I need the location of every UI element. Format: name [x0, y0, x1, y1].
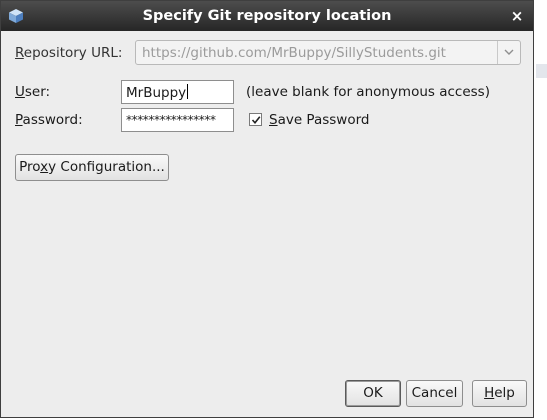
title-bar[interactable]: Specify Git repository location ×	[1, 1, 533, 31]
text-caret	[187, 84, 189, 99]
save-password-checkbox[interactable]	[249, 113, 262, 126]
password-input[interactable]: ****************	[121, 108, 234, 132]
checkmark-icon	[251, 116, 261, 125]
password-masked-value: ****************	[126, 113, 216, 127]
user-value: MrBuppy	[126, 85, 187, 101]
url-dropdown-button[interactable]	[497, 41, 520, 64]
proxy-configuration-button[interactable]: Proxy Configuration...	[15, 154, 169, 181]
chevron-down-icon	[504, 49, 514, 55]
repository-url-combobox[interactable]: https://github.com/MrBuppy/SillyStudents…	[135, 40, 521, 65]
dialog-title: Specify Git repository location	[142, 8, 392, 24]
background-window-fragment	[536, 64, 547, 78]
repository-url-value: https://github.com/MrBuppy/SillyStudents…	[142, 45, 446, 61]
close-icon: ×	[510, 7, 524, 25]
password-label: Password:	[15, 112, 83, 128]
user-hint: (leave blank for anonymous access)	[246, 84, 490, 100]
user-input[interactable]: MrBuppy	[121, 80, 234, 104]
close-button[interactable]: ×	[508, 7, 526, 25]
user-label: User:	[15, 84, 51, 100]
save-password-label[interactable]: Save Password	[269, 112, 370, 128]
cancel-button[interactable]: Cancel	[406, 380, 463, 407]
ok-button[interactable]: OK	[345, 380, 401, 407]
help-button[interactable]: Help	[472, 380, 527, 407]
repository-url-label: Repository URL:	[15, 45, 123, 61]
git-location-dialog: Specify Git repository location × Reposi…	[0, 0, 534, 418]
